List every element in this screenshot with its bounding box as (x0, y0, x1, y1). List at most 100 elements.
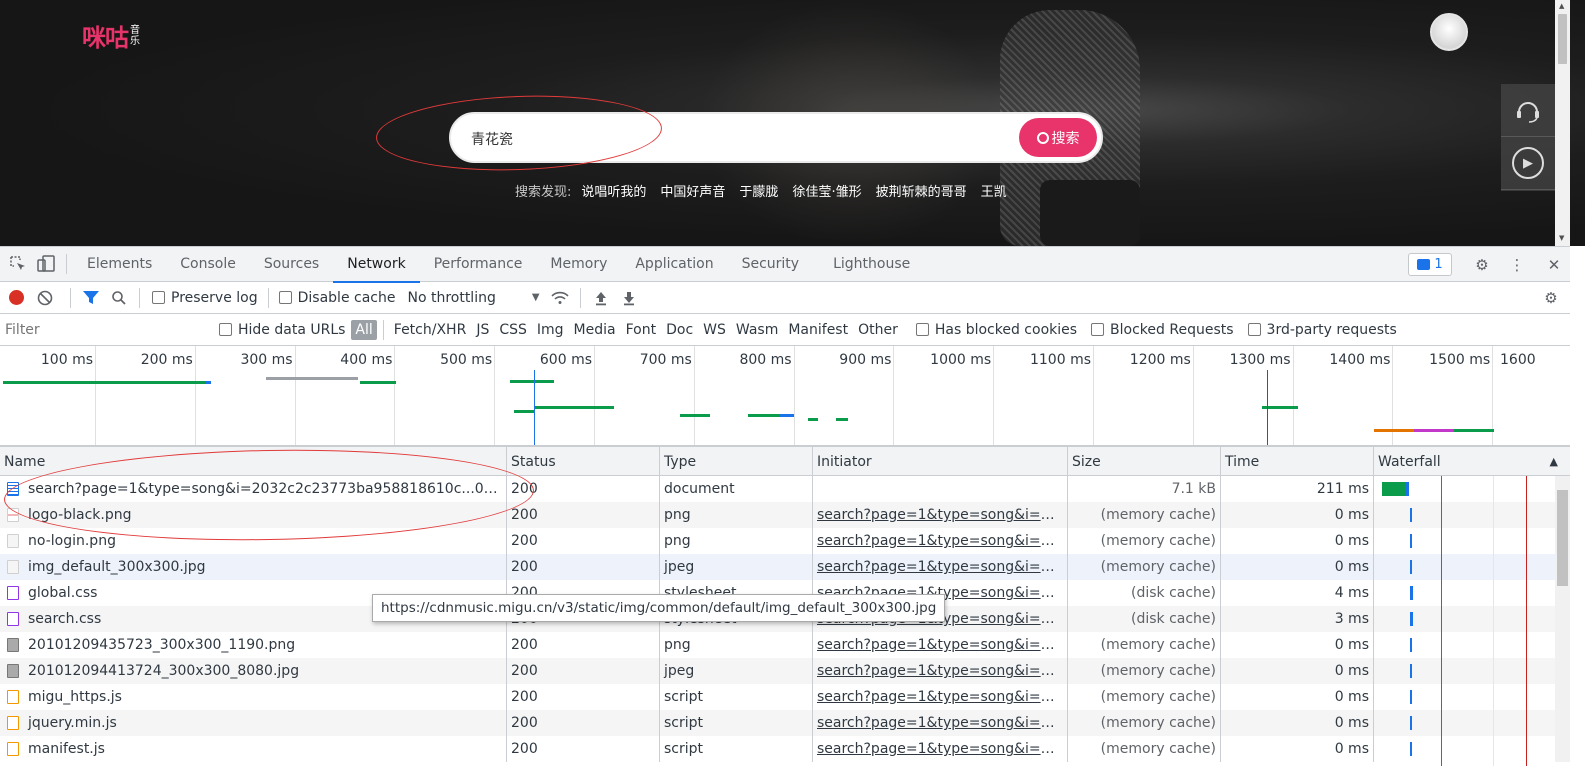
throttling-select[interactable]: No throttling ▼ (407, 290, 539, 306)
request-initiator-link[interactable]: search?page=1&type=song&i=203... (812, 736, 1067, 762)
filter-type-css[interactable]: CSS (495, 322, 531, 338)
filter-type-js[interactable]: JS (472, 322, 493, 338)
request-time: 0 ms (1220, 736, 1373, 762)
migu-logo[interactable]: 咪咕 音乐 (82, 18, 144, 53)
filter-type-fetch-xhr[interactable]: Fetch/XHR (390, 322, 471, 338)
network-overview-timeline[interactable]: 100 ms 200 ms 300 ms 400 ms 500 ms 600 ms 700 … (0, 346, 1570, 446)
clear-icon[interactable] (34, 284, 56, 312)
filter-icon[interactable] (77, 284, 105, 312)
filter-type-wasm[interactable]: Wasm (732, 322, 782, 338)
table-row[interactable]: jquery.min.js 200 script search?page=1&t… (0, 710, 1555, 736)
device-toolbar-icon[interactable] (32, 250, 60, 278)
table-row[interactable]: 20101209435723_300x300_1190.png 200 png … (0, 632, 1555, 658)
request-table-scrollbar-thumb[interactable] (1557, 490, 1568, 586)
record-icon[interactable] (9, 290, 24, 305)
hot-search-item[interactable]: 于朦胧 (739, 181, 778, 200)
hot-searches: 搜索发现: 说唱听我的 中国好声音 于朦胧 徐佳莹·雏形 披荆斩棘的哥哥 王凯 (515, 181, 1007, 200)
tab-elements[interactable]: Elements (73, 247, 166, 282)
third-party-requests-checkbox[interactable]: 3rd-party requests (1247, 322, 1397, 338)
tab-application[interactable]: Application (621, 247, 727, 282)
avatar[interactable] (1430, 13, 1468, 51)
import-har-icon[interactable] (587, 284, 615, 312)
waterfall-bar (1410, 560, 1412, 574)
request-name[interactable]: manifest.js (0, 736, 506, 762)
table-row[interactable]: migu_https.js 200 script search?page=1&t… (0, 684, 1555, 710)
settings-gear-icon[interactable]: ⚙ (1468, 251, 1496, 279)
network-conditions-icon[interactable] (546, 284, 574, 312)
page-scrollbar-thumb[interactable] (1558, 14, 1567, 64)
close-icon[interactable]: ✕ (1540, 251, 1568, 279)
blocked-requests-checkbox[interactable]: Blocked Requests (1091, 322, 1234, 338)
request-waterfall (1373, 606, 1555, 632)
export-har-icon[interactable] (615, 284, 643, 312)
request-initiator-link[interactable]: search?page=1&type=song&i=203... (812, 684, 1067, 710)
request-type: png (659, 502, 812, 528)
request-name-text: 20101209435723_300x300_1190.png (28, 637, 296, 653)
request-initiator-link[interactable]: search?page=1&type=song&i=203... (812, 502, 1067, 528)
request-initiator-link[interactable]: search?page=1&type=song&i=203... (812, 554, 1067, 580)
filter-type-all[interactable]: All (351, 319, 377, 340)
search-button[interactable]: 搜索 (1019, 118, 1097, 157)
filter-type-other[interactable]: Other (854, 322, 902, 338)
hot-search-item[interactable]: 徐佳莹·雏形 (792, 181, 861, 200)
tab-sources[interactable]: Sources (250, 247, 333, 282)
column-time[interactable]: Time (1220, 447, 1373, 477)
request-name[interactable]: 20101209441372​4_300x300_8080.jpg (0, 658, 506, 684)
player-button[interactable]: ▶ (1501, 137, 1555, 190)
hot-search-item[interactable]: 中国好声音 (660, 181, 725, 200)
issues-badge[interactable]: 1 (1408, 253, 1452, 276)
filter-type-media[interactable]: Media (570, 322, 620, 338)
request-size: (disk cache) (1067, 606, 1220, 632)
request-initiator-link[interactable] (812, 476, 1067, 502)
filter-type-manifest[interactable]: Manifest (784, 322, 852, 338)
request-name[interactable]: 20101209435723_300x300_1190.png (0, 632, 506, 658)
table-row[interactable]: manifest.js 200 script search?page=1&typ… (0, 736, 1555, 762)
tab-security[interactable]: Security (728, 247, 814, 282)
filter-type-ws[interactable]: WS (699, 322, 730, 338)
filter-input[interactable] (1, 317, 203, 342)
request-table-scrollbar[interactable] (1555, 476, 1570, 762)
column-initiator[interactable]: Initiator (812, 447, 1067, 477)
tab-network[interactable]: Network (333, 247, 421, 283)
overview-tick-label: 900 ms (839, 352, 892, 368)
request-initiator-link[interactable]: search?page=1&type=song&i=203... (812, 528, 1067, 554)
disable-cache-checkbox[interactable]: Disable cache (278, 290, 395, 306)
has-blocked-cookies-checkbox[interactable]: Has blocked cookies (915, 322, 1077, 338)
request-initiator-link[interactable]: search?page=1&type=song&i=203... (812, 632, 1067, 658)
inspect-element-icon[interactable] (4, 250, 32, 278)
column-type[interactable]: Type (659, 447, 812, 477)
more-options-icon[interactable]: ⋮ (1503, 251, 1531, 279)
column-status[interactable]: Status (506, 447, 659, 477)
request-size: 7.1 kB (1067, 476, 1220, 502)
hot-search-item[interactable]: 说唱听我的 (581, 181, 646, 200)
request-type: jpeg (659, 554, 812, 580)
tab-lighthouse[interactable]: Lighthouse (819, 247, 924, 282)
tab-performance[interactable]: Performance (420, 247, 537, 282)
request-waterfall (1373, 528, 1555, 554)
hide-data-urls-checkbox[interactable]: Hide data URLs (219, 322, 345, 338)
request-name[interactable]: migu_https.js (0, 684, 506, 710)
filter-type-font[interactable]: Font (622, 322, 660, 338)
table-row[interactable]: img_default_300x300.jpg 200 jpeg search?… (0, 554, 1555, 580)
hot-search-item[interactable]: 披荆斩棘的哥哥 (876, 181, 967, 200)
page-scrollbar[interactable]: ▲ ▼ (1555, 0, 1570, 246)
filter-type-doc[interactable]: Doc (662, 322, 697, 338)
filter-type-img[interactable]: Img (533, 322, 568, 338)
column-size[interactable]: Size (1067, 447, 1220, 477)
customer-service-button[interactable] (1501, 84, 1555, 137)
table-row[interactable]: 20101209441372​4_300x300_8080.jpg 200 jp… (0, 658, 1555, 684)
hot-search-item[interactable]: 王凯 (981, 181, 1007, 200)
tab-memory[interactable]: Memory (536, 247, 621, 282)
preserve-log-checkbox[interactable]: Preserve log (152, 290, 258, 306)
search-icon[interactable] (105, 284, 133, 312)
request-name[interactable]: jquery.min.js (0, 710, 506, 736)
request-initiator-link[interactable]: search?page=1&type=song&i=203... (812, 710, 1067, 736)
request-name-text: 20101209441372​4_300x300_8080.jpg (28, 663, 300, 679)
file-type-icon (7, 664, 19, 678)
overview-bar (3, 381, 205, 384)
network-settings-gear-icon[interactable]: ⚙ (1537, 284, 1565, 312)
request-initiator-link[interactable]: search?page=1&type=song&i=203... (812, 658, 1067, 684)
request-name[interactable]: img_default_300x300.jpg (0, 554, 506, 580)
tab-console[interactable]: Console (166, 247, 250, 282)
column-waterfall[interactable]: Waterfall ▲ (1373, 447, 1570, 477)
